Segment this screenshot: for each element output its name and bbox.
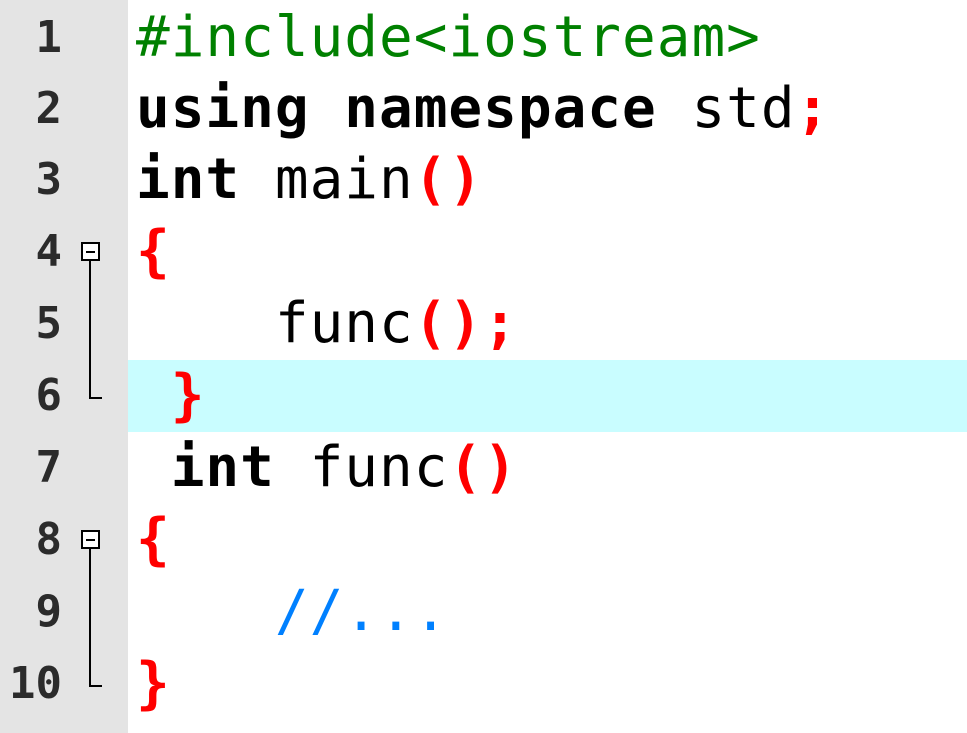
fold-guide-line	[89, 261, 91, 397]
line-number: 7	[35, 442, 63, 493]
code-line[interactable]: {	[136, 216, 171, 287]
line-number: 10	[9, 658, 62, 709]
code-token: func	[309, 435, 449, 500]
code-token: }	[136, 651, 171, 716]
code-token: func	[274, 291, 414, 356]
code-line[interactable]: {	[136, 504, 171, 575]
code-token: {	[136, 507, 171, 572]
code-token: int	[136, 435, 310, 500]
code-token: ();	[413, 291, 518, 356]
code-line[interactable]: using namespace std;	[136, 73, 830, 144]
fold-end-marker	[89, 685, 102, 687]
code-line[interactable]: int func()	[136, 432, 518, 503]
code-line[interactable]: #include<iostream>	[136, 2, 761, 73]
fold-collapse-icon[interactable]	[81, 530, 100, 549]
line-number: 9	[35, 586, 63, 637]
code-editor[interactable]: 1 2 3 4 5 6 7 8 9 10 #include<iostream> using name…	[0, 0, 967, 733]
code-line[interactable]: func();	[136, 288, 518, 359]
current-line-highlight	[128, 360, 967, 432]
code-token: }	[170, 363, 206, 428]
code-token: using namespace	[136, 76, 692, 141]
line-number: 5	[35, 298, 63, 349]
code-token: #include<iostream>	[136, 5, 761, 70]
fold-collapse-icon[interactable]	[81, 242, 100, 261]
line-number-gutter: 1 2 3 4 5 6 7 8 9 10	[0, 0, 128, 733]
code-line[interactable]: }	[136, 648, 171, 719]
line-number: 6	[35, 370, 63, 421]
code-token: ()	[413, 147, 484, 212]
code-line[interactable]: //...	[136, 576, 448, 647]
line-number: 3	[35, 154, 63, 205]
code-token: {	[136, 219, 171, 284]
fold-end-marker	[89, 397, 102, 399]
code-token: //...	[274, 579, 449, 644]
fold-guide-line	[89, 549, 91, 685]
code-token: int	[136, 147, 275, 212]
code-token: main	[274, 147, 414, 212]
line-number: 4	[35, 226, 63, 277]
code-token: ()	[448, 435, 518, 500]
line-number: 1	[35, 12, 63, 63]
code-line[interactable]: }	[136, 360, 205, 431]
line-number: 8	[35, 514, 63, 565]
code-token: ;	[795, 76, 831, 141]
code-token: std	[691, 76, 796, 141]
line-number: 2	[35, 83, 63, 134]
code-line[interactable]: int main()	[136, 144, 483, 215]
